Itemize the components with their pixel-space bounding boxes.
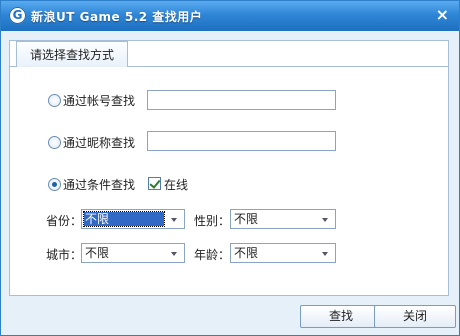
radio-search-by-nickname[interactable] bbox=[48, 136, 61, 149]
gender-select[interactable]: 不限 bbox=[230, 209, 336, 229]
close-icon[interactable]: × bbox=[436, 6, 449, 24]
province-label: 省份： bbox=[46, 214, 83, 228]
chevron-down-icon bbox=[322, 218, 328, 222]
chevron-down-icon bbox=[171, 218, 177, 222]
close-button[interactable]: 关闭 bbox=[374, 305, 456, 328]
app-logo-icon: G bbox=[9, 7, 26, 24]
chevron-down-icon bbox=[171, 252, 177, 256]
city-label: 城市： bbox=[46, 248, 83, 262]
gender-value: 不限 bbox=[234, 212, 259, 226]
gender-label: 性别： bbox=[194, 214, 231, 228]
age-select[interactable]: 不限 bbox=[230, 243, 336, 263]
age-label: 年龄： bbox=[194, 248, 231, 262]
city-value: 不限 bbox=[85, 246, 110, 260]
radio-label-account: 通过帐号查找 bbox=[63, 94, 136, 108]
online-label: 在线 bbox=[164, 178, 189, 192]
radio-search-by-criteria[interactable] bbox=[48, 178, 61, 191]
radio-label-nickname: 通过昵称查找 bbox=[63, 136, 136, 150]
nickname-input[interactable] bbox=[147, 131, 336, 151]
province-select[interactable]: 不限 bbox=[81, 209, 185, 229]
chevron-down-icon bbox=[322, 252, 328, 256]
province-value: 不限 bbox=[83, 211, 165, 227]
account-input[interactable] bbox=[147, 90, 336, 110]
window-title: 新浪UT Game 5.2 查找用户 bbox=[31, 10, 203, 24]
online-checkbox[interactable] bbox=[148, 177, 161, 190]
city-select[interactable]: 不限 bbox=[81, 243, 185, 263]
search-button[interactable]: 查找 bbox=[300, 305, 382, 328]
radio-label-criteria: 通过条件查找 bbox=[63, 178, 136, 192]
radio-search-by-account[interactable] bbox=[48, 94, 61, 107]
tab-search-mode[interactable]: 请选择查找方式 bbox=[16, 41, 128, 67]
checkmark-icon bbox=[149, 177, 161, 189]
title-bar[interactable]: G 新浪UT Game 5.2 查找用户 × bbox=[1, 1, 459, 31]
age-value: 不限 bbox=[234, 246, 259, 260]
